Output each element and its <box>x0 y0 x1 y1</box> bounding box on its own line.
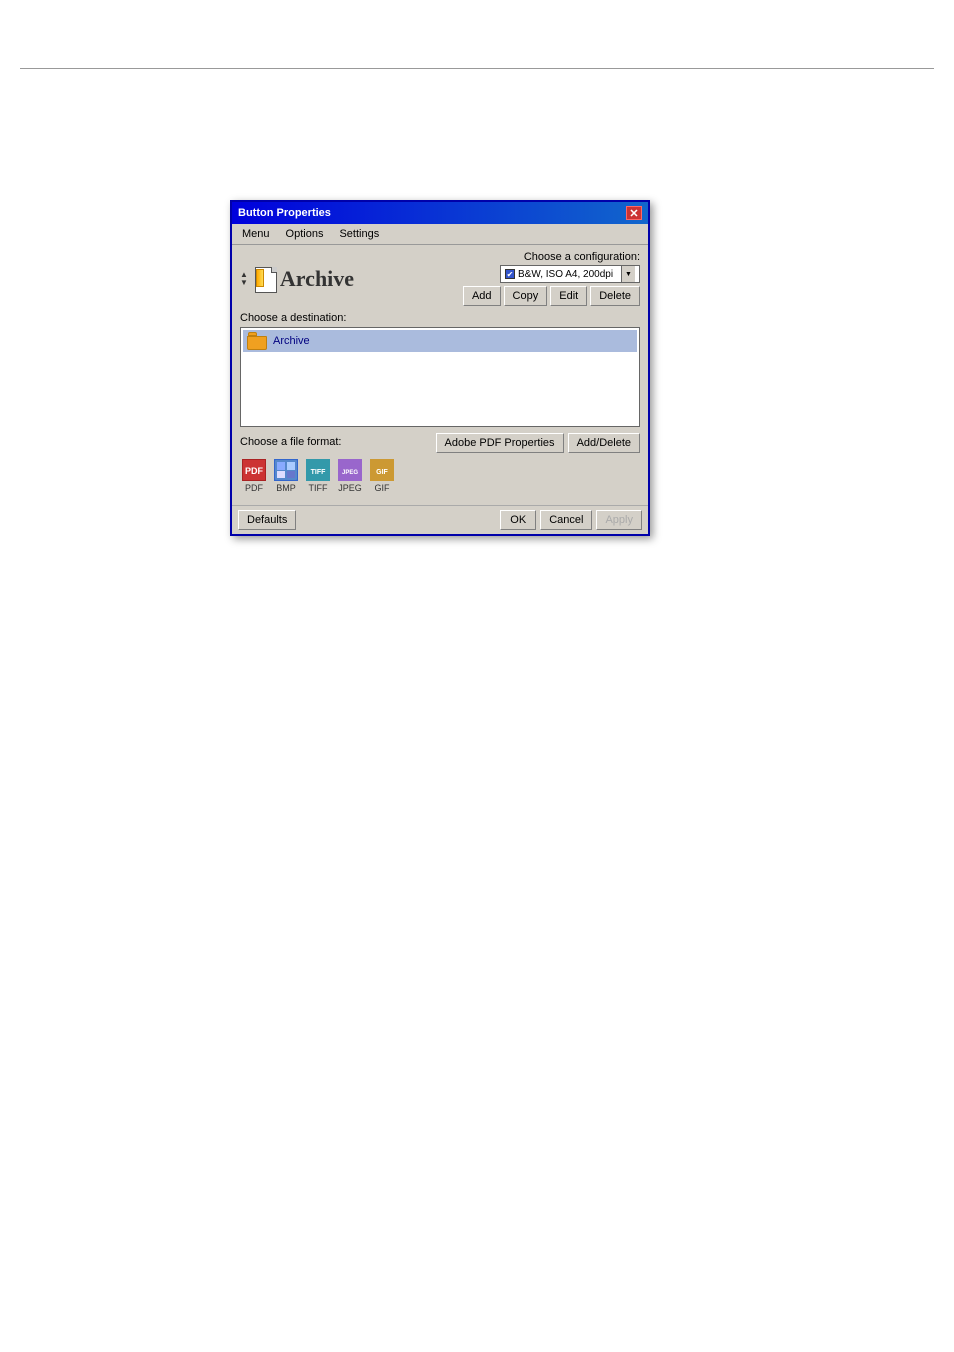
tiff-icon: TIFF <box>304 457 332 483</box>
svg-text:JPEG: JPEG <box>342 470 358 476</box>
nav-arrows: ▲ ▼ <box>240 271 248 287</box>
add-button[interactable]: Add <box>463 286 501 306</box>
destination-list[interactable]: Archive <box>240 327 640 427</box>
config-select-row: ✔ B&W, ISO A4, 200dpi ▼ <box>500 265 640 283</box>
dialog-close-button[interactable]: ✕ <box>626 206 642 220</box>
config-checkbox: ✔ <box>505 269 515 279</box>
bottom-buttons-row: Defaults OK Cancel Apply <box>232 505 648 534</box>
bmp-icon <box>272 457 300 483</box>
config-selected-value: B&W, ISO A4, 200dpi <box>518 269 621 280</box>
top-section: ▲ ▼ Archive Choose a configuration: ✔ B <box>240 251 640 306</box>
gif-icon: GIF <box>368 457 396 483</box>
pdf-label: PDF <box>245 483 263 493</box>
tiff-icon-graphic: TIFF <box>306 459 330 481</box>
bmp-label: BMP <box>276 483 296 493</box>
config-label: Choose a configuration: <box>524 251 640 263</box>
bmp-icon-graphic <box>274 459 298 481</box>
destination-list-wrapper: Archive <box>240 327 640 427</box>
copy-button[interactable]: Copy <box>504 286 548 306</box>
format-pdf[interactable]: PDF PDF <box>240 457 268 493</box>
format-bmp[interactable]: BMP <box>272 457 300 493</box>
menu-item-options[interactable]: Options <box>280 226 330 242</box>
icon-title-area: ▲ ▼ Archive <box>240 265 460 293</box>
pdf-icon-graphic: PDF <box>242 459 266 481</box>
defaults-button[interactable]: Defaults <box>238 510 296 530</box>
dialog-title-bar: Button Properties ✕ <box>232 202 648 224</box>
destination-label: Choose a destination: <box>240 312 640 324</box>
file-format-section: Choose a file format: Adobe PDF Properti… <box>240 433 640 493</box>
gif-icon-graphic: GIF <box>370 459 394 481</box>
ok-button[interactable]: OK <box>500 510 536 530</box>
apply-button[interactable]: Apply <box>596 510 642 530</box>
menu-item-settings[interactable]: Settings <box>333 226 385 242</box>
jpeg-icon: JPEG <box>336 457 364 483</box>
folder-icon <box>247 332 269 350</box>
pdf-icon: PDF <box>240 457 268 483</box>
cancel-button[interactable]: Cancel <box>540 510 592 530</box>
destination-item[interactable]: Archive <box>243 330 637 352</box>
jpeg-label: JPEG <box>338 483 362 493</box>
destination-item-name: Archive <box>273 335 310 347</box>
doc-fold <box>271 267 277 273</box>
top-rule <box>20 68 934 69</box>
doc-highlight <box>256 269 264 287</box>
dialog-title: Button Properties <box>238 207 331 219</box>
svg-text:PDF: PDF <box>245 466 264 476</box>
add-delete-button[interactable]: Add/Delete <box>568 433 640 453</box>
format-tiff[interactable]: TIFF TIFF <box>304 457 332 493</box>
format-buttons-row: Choose a file format: Adobe PDF Properti… <box>240 433 640 453</box>
destination-section: Choose a destination: Archive <box>240 312 640 427</box>
gif-label: GIF <box>375 483 390 493</box>
config-section: Choose a configuration: ✔ B&W, ISO A4, 2… <box>460 251 640 306</box>
svg-text:GIF: GIF <box>376 469 388 476</box>
config-dropdown-arrow[interactable]: ▼ <box>621 266 635 282</box>
format-gif[interactable]: GIF GIF <box>368 457 396 493</box>
menu-bar: Menu Options Settings <box>232 224 648 245</box>
button-properties-dialog: Button Properties ✕ Menu Options Setting… <box>230 200 650 536</box>
bottom-right-buttons: OK Cancel Apply <box>500 510 642 530</box>
tiff-label: TIFF <box>309 483 328 493</box>
format-action-buttons: Adobe PDF Properties Add/Delete <box>436 433 641 453</box>
config-buttons: Add Copy Edit Delete <box>463 286 640 306</box>
adobe-pdf-properties-button[interactable]: Adobe PDF Properties <box>436 433 564 453</box>
file-format-label: Choose a file format: <box>240 436 342 448</box>
menu-item-menu[interactable]: Menu <box>236 226 276 242</box>
config-dropdown[interactable]: ✔ B&W, ISO A4, 200dpi ▼ <box>500 265 640 283</box>
archive-doc-icon <box>252 265 280 293</box>
dialog-content: ▲ ▼ Archive Choose a configuration: ✔ B <box>232 245 648 505</box>
nav-down-arrow[interactable]: ▼ <box>240 279 248 287</box>
archive-title-text: Archive <box>280 266 354 292</box>
jpeg-icon-graphic: JPEG <box>338 459 362 481</box>
format-icons-row: PDF PDF <box>240 457 640 493</box>
folder-body <box>247 336 267 350</box>
edit-button[interactable]: Edit <box>550 286 587 306</box>
delete-button[interactable]: Delete <box>590 286 640 306</box>
format-jpeg[interactable]: JPEG JPEG <box>336 457 364 493</box>
svg-text:TIFF: TIFF <box>311 469 326 476</box>
